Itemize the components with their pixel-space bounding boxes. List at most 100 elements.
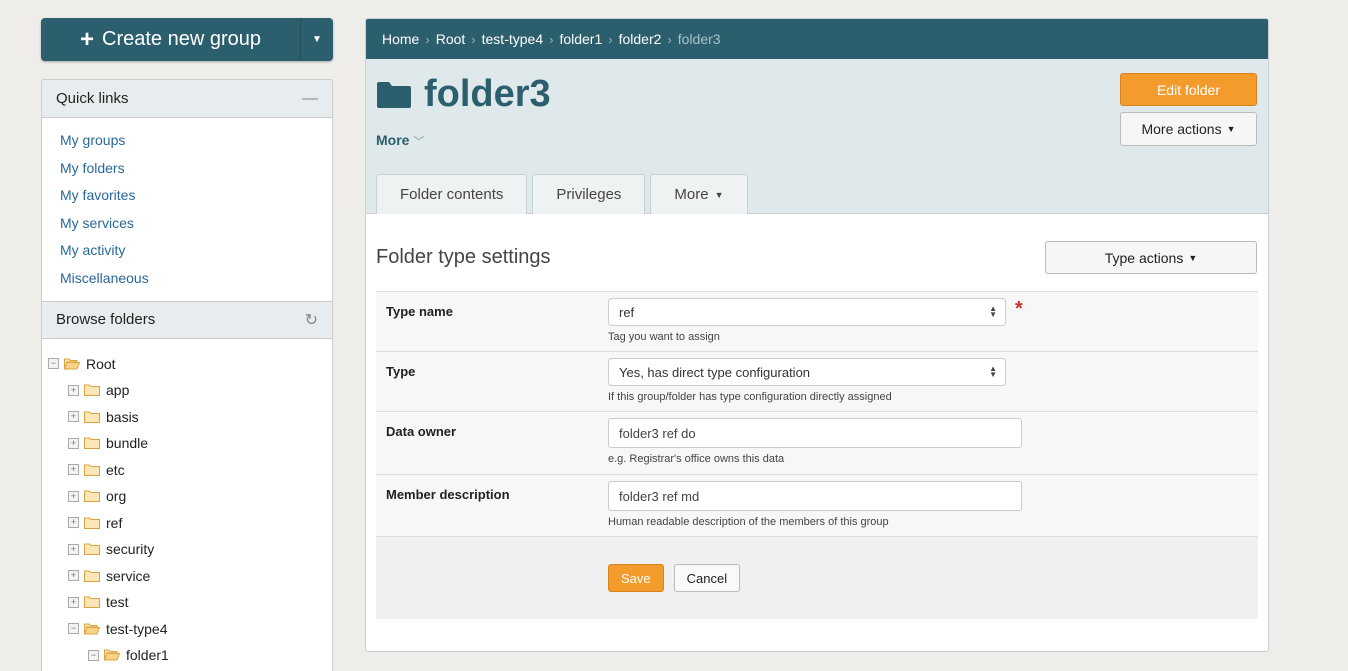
expand-node-icon[interactable]: +	[68, 411, 79, 423]
tree-node[interactable]: + app	[48, 377, 332, 404]
select-arrows-icon: ▲ ▼	[989, 364, 997, 379]
folder-icon	[84, 570, 100, 582]
form-actions: Save Cancel	[376, 536, 1258, 619]
type-label: Type	[386, 364, 416, 379]
select-arrows-icon: ▲ ▼	[989, 304, 997, 319]
create-group-label: Create new group	[102, 28, 261, 50]
breadcrumb-test-type4[interactable]: test-type4	[482, 31, 543, 47]
member-description-cell: folder3 ref md Human readable descriptio…	[608, 475, 1258, 536]
plus-icon: +	[80, 25, 95, 53]
refresh-icon[interactable]: ↻	[305, 310, 318, 330]
left-column: + Create new group ▼ Quick links — My gr…	[41, 18, 333, 671]
tree-node[interactable]: + etc	[48, 457, 332, 484]
more-menu-label: More	[376, 132, 410, 148]
breadcrumb-home[interactable]: Home	[382, 31, 419, 47]
main-panel: Home › Root › test-type4 › folder1 › fol…	[365, 18, 1269, 652]
tree-node[interactable]: + org	[48, 483, 332, 510]
folder-open-icon	[84, 623, 100, 635]
tree-node[interactable]: − Root	[48, 351, 332, 378]
tree-node-label: security	[106, 541, 155, 558]
collapse-icon[interactable]: —	[302, 90, 318, 108]
folder-header: folder3 More ﹀ Edit folder More actions …	[366, 59, 1268, 214]
tree-node[interactable]: − test-type4	[48, 616, 332, 643]
tree-node[interactable]: − folder1	[48, 642, 332, 669]
quick-link-my-activity[interactable]: My activity	[60, 237, 332, 265]
breadcrumb-folder2[interactable]: folder2	[619, 31, 662, 47]
data-owner-input[interactable]: folder3 ref do	[608, 418, 1022, 448]
cancel-button[interactable]: Cancel	[673, 564, 741, 592]
tree-node[interactable]: + service	[48, 563, 332, 590]
tree-node-label: folder1	[126, 647, 169, 664]
chevron-right-icon: ›	[549, 31, 554, 47]
quick-link-miscellaneous[interactable]: Miscellaneous	[60, 265, 332, 293]
expand-node-icon[interactable]: +	[68, 384, 79, 396]
quick-link-my-services[interactable]: My services	[60, 210, 332, 238]
caret-down-icon: ▼	[1226, 124, 1236, 134]
tree-node-label: org	[106, 488, 127, 505]
create-group-main[interactable]: + Create new group	[41, 18, 300, 61]
tree-node[interactable]: + test	[48, 589, 332, 616]
folder-icon	[84, 437, 100, 450]
type-actions-button[interactable]: Type actions ▼	[1045, 241, 1257, 274]
tree-node-label: test	[106, 594, 129, 611]
collapse-node-icon[interactable]: −	[68, 623, 79, 635]
tree-node[interactable]: + basis	[48, 404, 332, 431]
breadcrumb: Home › Root › test-type4 › folder1 › fol…	[366, 19, 1268, 59]
more-actions-label: More actions	[1141, 121, 1222, 137]
tree-node[interactable]: + ref	[48, 510, 332, 537]
form-row-type: Type Yes, has direct type configuration …	[376, 351, 1258, 411]
tree-node-label: bundle	[106, 435, 149, 452]
expand-node-icon[interactable]: +	[68, 490, 79, 502]
tree-node[interactable]: + bundle	[48, 430, 332, 457]
type-name-label: Type name	[386, 304, 453, 319]
quick-link-my-favorites[interactable]: My favorites	[60, 182, 332, 210]
breadcrumb-folder1[interactable]: folder1	[559, 31, 602, 47]
chevron-down-icon: ﹀	[413, 136, 425, 148]
tab-more[interactable]: More ▼	[650, 174, 748, 214]
tab-more-label: More	[674, 186, 709, 203]
breadcrumb-current: folder3	[677, 31, 721, 47]
expand-node-icon[interactable]: +	[68, 570, 79, 582]
section-title: Folder type settings	[376, 246, 551, 268]
tree-node-label: ref	[106, 514, 123, 531]
collapse-node-icon[interactable]: −	[88, 649, 99, 661]
quick-link-my-folders[interactable]: My folders	[60, 155, 332, 183]
type-cell: Yes, has direct type configuration ▲ ▼ If…	[608, 352, 1258, 411]
type-value: Yes, has direct type configuration	[619, 364, 811, 380]
more-menu-link[interactable]: More ﹀	[376, 132, 424, 149]
data-owner-hint: e.g. Registrar's office owns this data	[608, 453, 785, 465]
caret-down-icon: ▼	[1188, 252, 1198, 263]
chevron-right-icon: ›	[608, 31, 613, 47]
create-group-dropdown-toggle[interactable]: ▼	[300, 18, 333, 61]
browse-folders-title: Browse folders	[56, 311, 156, 329]
member-description-input[interactable]: folder3 ref md	[608, 481, 1022, 511]
expand-node-icon[interactable]: +	[68, 517, 79, 529]
quick-links-title: Quick links	[56, 90, 129, 107]
quick-link-my-groups[interactable]: My groups	[60, 127, 332, 155]
chevron-right-icon: ›	[471, 31, 476, 47]
type-select[interactable]: Yes, has direct type configuration ▲ ▼	[608, 358, 1006, 386]
folder-tabs: Folder contents Privileges More ▼	[376, 174, 748, 214]
data-owner-cell: folder3 ref do e.g. Registrar's office o…	[608, 412, 1258, 474]
expand-node-icon[interactable]: +	[68, 464, 79, 476]
expand-node-icon[interactable]: +	[68, 437, 79, 449]
more-actions-button[interactable]: More actions ▼	[1120, 112, 1257, 146]
folder-icon	[84, 596, 100, 609]
tab-folder-contents[interactable]: Folder contents	[376, 174, 528, 214]
type-name-select[interactable]: ref ▲ ▼	[608, 298, 1006, 326]
expand-node-icon[interactable]: +	[68, 596, 79, 608]
expand-node-icon[interactable]: +	[68, 543, 79, 555]
create-group-button[interactable]: + Create new group ▼	[41, 18, 333, 61]
save-button[interactable]: Save	[608, 564, 664, 592]
folder-icon	[84, 490, 100, 503]
tree-node[interactable]: + security	[48, 536, 332, 563]
page-title: folder3	[376, 73, 551, 116]
page-title-text: folder3	[424, 73, 551, 115]
form-row-type-name: Type name ref ▲ ▼ * Tag you want to assig…	[376, 291, 1258, 351]
edit-folder-button[interactable]: Edit folder	[1120, 73, 1257, 106]
breadcrumb-root[interactable]: Root	[436, 31, 466, 47]
folder-open-icon	[64, 358, 80, 370]
form-row-data-owner: Data owner folder3 ref do e.g. Registrar…	[376, 411, 1258, 474]
tab-privileges[interactable]: Privileges	[532, 174, 646, 214]
collapse-node-icon[interactable]: −	[48, 358, 59, 370]
